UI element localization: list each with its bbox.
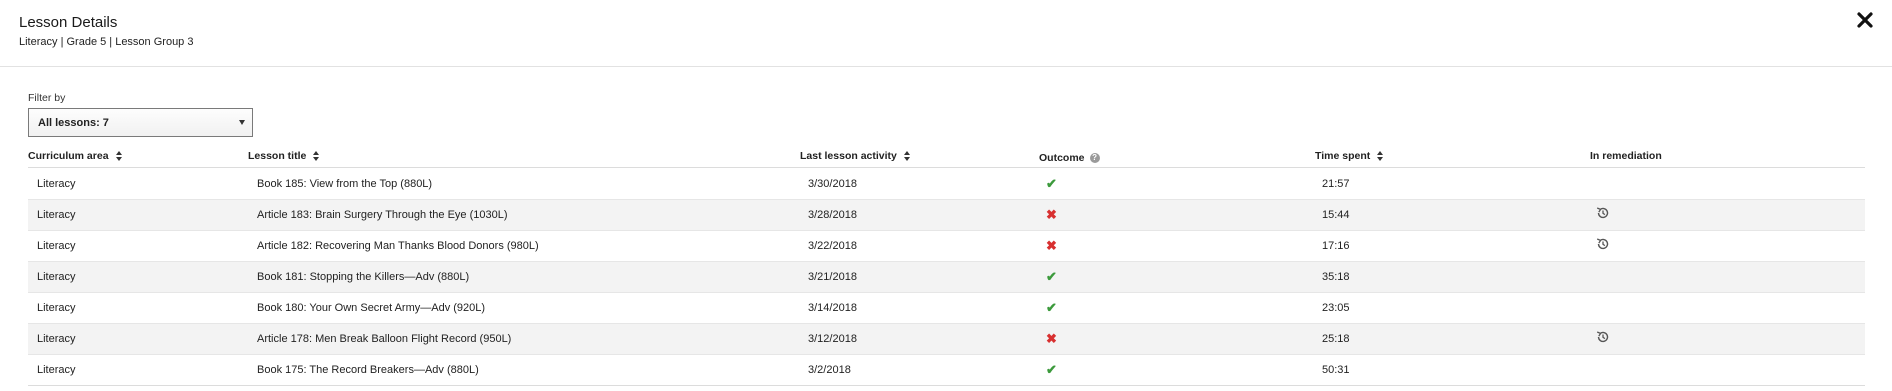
column-header-label: Curriculum area (28, 150, 109, 162)
last-activity-cell: 3/28/2018 (808, 209, 857, 221)
curriculum-area-cell: Literacy (37, 333, 76, 345)
column-header-label: In remediation (1590, 150, 1662, 162)
time-spent-cell: 17:16 (1322, 240, 1350, 252)
last-activity-cell: 3/22/2018 (808, 240, 857, 252)
checkmark-icon: ✔ (1046, 176, 1057, 191)
lesson-title-cell: Article 178: Men Break Balloon Flight Re… (257, 333, 512, 345)
last-activity-cell: 3/21/2018 (808, 271, 857, 283)
column-header-in-remediation: In remediation (1590, 150, 1662, 162)
curriculum-area-cell: Literacy (37, 271, 76, 283)
column-header-outcome: Outcome ? (1039, 152, 1100, 164)
history-icon[interactable] (1596, 330, 1610, 344)
lesson-title-cell: Article 182: Recovering Man Thanks Blood… (257, 240, 539, 252)
time-spent-cell: 15:44 (1322, 209, 1350, 221)
filter-dropdown[interactable]: All lessons: 7 (28, 108, 253, 137)
table-row[interactable]: Literacy Article 178: Men Break Balloon F… (28, 324, 1865, 355)
column-header-last-activity[interactable]: Last lesson activity (800, 150, 910, 162)
curriculum-area-cell: Literacy (37, 364, 76, 376)
filter-selected-value: All lessons: 7 (38, 117, 109, 129)
lesson-title-cell: Book 181: Stopping the Killers—Adv (880L… (257, 271, 470, 283)
checkmark-icon: ✔ (1046, 362, 1057, 377)
help-icon[interactable]: ? (1089, 153, 1100, 163)
table-row[interactable]: Literacy Book 175: The Record Breakers—Ad… (28, 355, 1865, 386)
x-mark-icon: ✖ (1046, 238, 1057, 253)
sort-icon[interactable] (1377, 151, 1384, 161)
table-row[interactable]: Literacy Article 182: Recovering Man Than… (28, 231, 1865, 262)
column-header-time-spent[interactable]: Time spent (1315, 150, 1384, 162)
time-spent-cell: 25:18 (1322, 333, 1350, 345)
x-mark-icon: ✖ (1046, 331, 1057, 346)
lesson-title-cell: Article 183: Brain Surgery Through the E… (257, 209, 508, 221)
last-activity-cell: 3/2/2018 (808, 364, 851, 376)
table-row[interactable]: Literacy Book 185: View from the Top (880… (28, 169, 1865, 200)
x-mark-icon: ✖ (1046, 207, 1057, 222)
column-header-lesson-title[interactable]: Lesson title (248, 150, 320, 162)
lesson-title-cell: Book 185: View from the Top (880L) (257, 178, 433, 190)
close-icon[interactable] (1856, 11, 1874, 29)
column-header-curriculum-area[interactable]: Curriculum area (28, 150, 122, 162)
dialog-header: Lesson Details Literacy | Grade 5 | Less… (0, 0, 1892, 67)
sort-icon[interactable] (115, 151, 122, 161)
last-activity-cell: 3/30/2018 (808, 178, 857, 190)
time-spent-cell: 23:05 (1322, 302, 1350, 314)
lesson-title-cell: Book 180: Your Own Secret Army—Adv (920L… (257, 302, 486, 314)
lessons-table: Literacy Book 185: View from the Top (880… (28, 169, 1865, 386)
curriculum-area-cell: Literacy (37, 209, 76, 221)
column-header-label: Outcome (1039, 152, 1085, 164)
lesson-title-cell: Book 175: The Record Breakers—Adv (880L) (257, 364, 479, 376)
history-icon[interactable] (1596, 237, 1610, 251)
history-icon[interactable] (1596, 206, 1610, 220)
chevron-down-icon (239, 120, 245, 125)
table-row[interactable]: Literacy Book 181: Stopping the Killers—A… (28, 262, 1865, 293)
table-header-divider (28, 167, 1865, 168)
curriculum-area-cell: Literacy (37, 178, 76, 190)
sort-icon[interactable] (903, 151, 910, 161)
column-header-label: Last lesson activity (800, 150, 897, 162)
checkmark-icon: ✔ (1046, 269, 1057, 284)
time-spent-cell: 50:31 (1322, 364, 1350, 376)
curriculum-area-cell: Literacy (37, 240, 76, 252)
dialog-subtitle: Literacy | Grade 5 | Lesson Group 3 (19, 36, 194, 48)
dialog-title: Lesson Details (19, 14, 118, 31)
last-activity-cell: 3/12/2018 (808, 333, 857, 345)
checkmark-icon: ✔ (1046, 300, 1057, 315)
last-activity-cell: 3/14/2018 (808, 302, 857, 314)
column-header-label: Lesson title (248, 150, 307, 162)
table-row[interactable]: Literacy Article 183: Brain Surgery Throu… (28, 200, 1865, 231)
filter-label: Filter by (28, 92, 66, 104)
sort-icon[interactable] (313, 151, 320, 161)
curriculum-area-cell: Literacy (37, 302, 76, 314)
time-spent-cell: 21:57 (1322, 178, 1350, 190)
time-spent-cell: 35:18 (1322, 271, 1350, 283)
column-header-label: Time spent (1315, 150, 1371, 162)
table-row[interactable]: Literacy Book 180: Your Own Secret Army—A… (28, 293, 1865, 324)
